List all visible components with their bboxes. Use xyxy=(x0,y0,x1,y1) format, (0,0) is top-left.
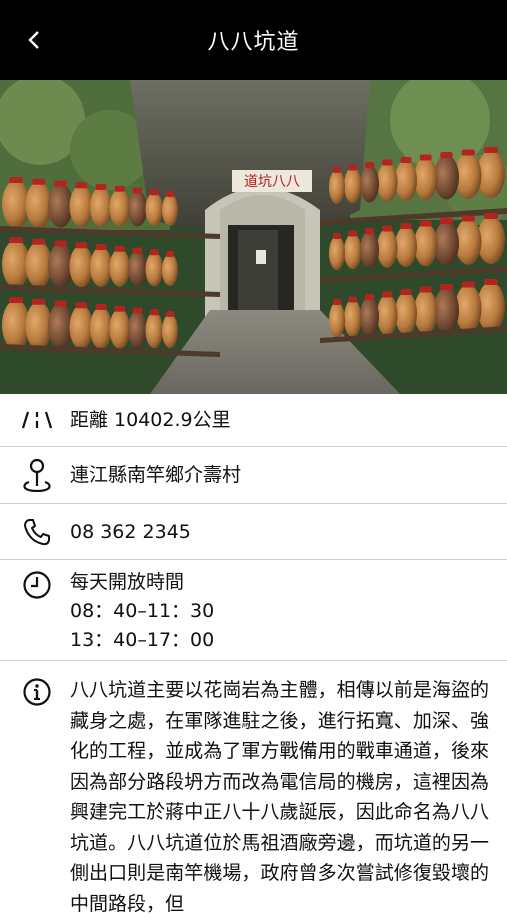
phone-row[interactable]: 08 362 2345 xyxy=(0,504,507,560)
tunnel-sign-text: 道坑八八 xyxy=(244,174,300,190)
info-icon xyxy=(23,678,51,706)
map-pin-icon xyxy=(23,458,51,492)
distance-row: 距離 10402.9公里 xyxy=(0,394,507,447)
phone-icon xyxy=(24,518,50,545)
hours-row: 每天開放時間 08：40–11：30 13：40–17：00 xyxy=(0,560,507,661)
chevron-left-icon xyxy=(28,31,39,49)
app-header: 八八坑道 xyxy=(0,0,507,80)
road-icon xyxy=(22,411,52,429)
phone-text: 08 362 2345 xyxy=(70,520,191,543)
hours-morning: 08：40–11：30 xyxy=(70,600,215,622)
clock-icon xyxy=(23,571,51,599)
back-button[interactable] xyxy=(14,20,54,60)
page-title: 八八坑道 xyxy=(207,30,300,55)
distance-text: 距離 10402.9公里 xyxy=(70,409,231,431)
address-row[interactable]: 連江縣南竿鄉介壽村 xyxy=(0,447,507,504)
description-text: 八八坑道主要以花崗岩為主體，相傳以前是海盜的藏身之處，在軍隊進駐之後，進行拓寬、… xyxy=(70,679,489,915)
address-text: 連江縣南竿鄉介壽村 xyxy=(70,464,242,486)
hero-photo: 道坑八八 xyxy=(0,80,507,394)
hours-title: 每天開放時間 xyxy=(70,571,185,593)
description-section: 八八坑道主要以花崗岩為主體，相傳以前是海盜的藏身之處，在軍隊進駐之後，進行拓寬、… xyxy=(0,661,507,919)
hours-afternoon: 13：40–17：00 xyxy=(70,629,215,651)
